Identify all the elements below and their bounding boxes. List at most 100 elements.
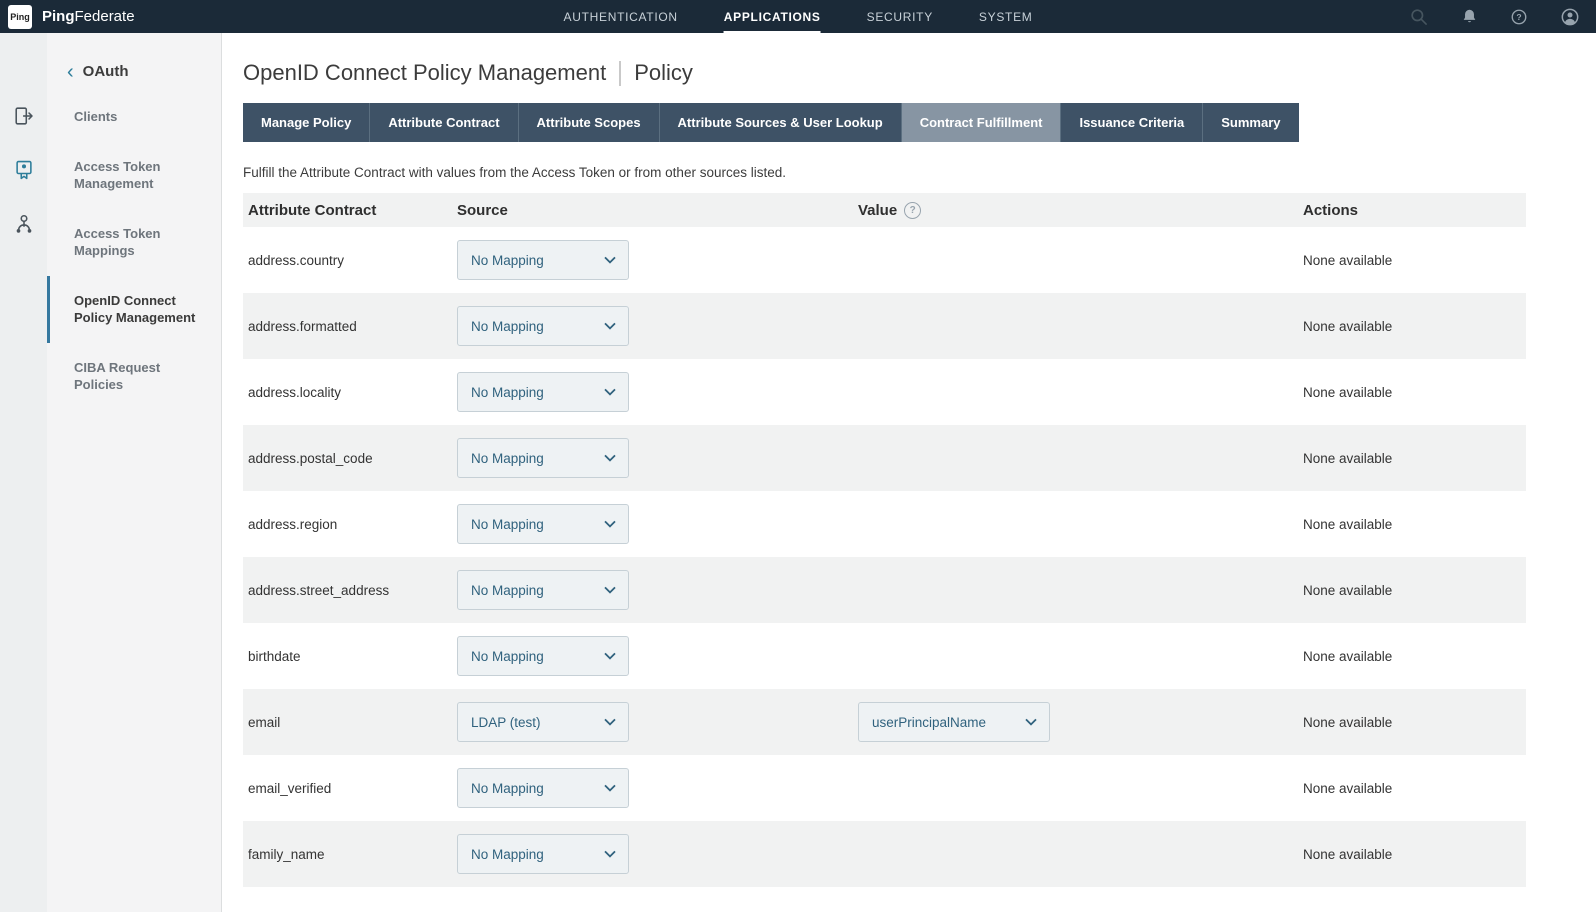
grants-icon[interactable] — [13, 213, 35, 235]
sidebar-item-access-token-mappings[interactable]: Access Token Mappings — [47, 209, 221, 276]
source-dropdown[interactable]: No Mapping — [457, 636, 629, 676]
actions-text: None available — [1303, 715, 1526, 730]
source-dropdown[interactable]: No Mapping — [457, 570, 629, 610]
attribute-name: address.locality — [243, 385, 457, 400]
table-row: email_verified No Mapping None available — [243, 755, 1526, 821]
table-row: email LDAP (test) userPrincipalName None av… — [243, 689, 1526, 755]
actions-text: None available — [1303, 319, 1526, 334]
nav-applications[interactable]: APPLICATIONS — [724, 0, 821, 33]
page-subtitle-text: Policy — [634, 60, 693, 86]
page-description: Fulfill the Attribute Contract with valu… — [243, 165, 1526, 180]
top-bar: Ping PingFederate AUTHENTICATION APPLICAT… — [0, 0, 1596, 33]
table-row: address.postal_code No Mapping None availa… — [243, 425, 1526, 491]
actions-text: None available — [1303, 649, 1526, 664]
column-header-actions: Actions — [1303, 202, 1526, 219]
table-row: address.formatted No Mapping None availabl… — [243, 293, 1526, 359]
account-icon[interactable] — [1560, 7, 1580, 27]
ping-logo-icon: Ping — [8, 5, 32, 29]
actions-text: None available — [1303, 451, 1526, 466]
source-dropdown[interactable]: No Mapping — [457, 372, 629, 412]
source-dropdown[interactable]: No Mapping — [457, 834, 629, 874]
attribute-name: address.formatted — [243, 319, 457, 334]
sidebar-section-label: OAuth — [83, 63, 129, 80]
value-help-icon[interactable]: ? — [904, 202, 921, 219]
attribute-name: email_verified — [243, 781, 457, 796]
source-dropdown[interactable]: No Mapping — [457, 504, 629, 544]
attribute-name: address.country — [243, 253, 457, 268]
top-icons: ? — [1409, 7, 1580, 27]
source-dropdown-value: No Mapping — [471, 451, 544, 466]
nav-authentication[interactable]: AUTHENTICATION — [564, 0, 678, 33]
source-dropdown-value: No Mapping — [471, 385, 544, 400]
attribute-name: family_name — [243, 847, 457, 862]
source-dropdown-value: No Mapping — [471, 253, 544, 268]
tab-attribute-sources-user-lookup[interactable]: Attribute Sources & User Lookup — [660, 103, 902, 142]
sidebar-item-access-token-management[interactable]: Access Token Management — [47, 142, 221, 209]
attribute-name: address.postal_code — [243, 451, 457, 466]
source-dropdown-value: LDAP (test) — [471, 715, 541, 730]
table-row: address.locality No Mapping None available — [243, 359, 1526, 425]
page-title-text: OpenID Connect Policy Management — [243, 60, 606, 86]
attribute-name: email — [243, 715, 457, 730]
sidebar-item-openid-connect-policy-management[interactable]: OpenID Connect Policy Management — [47, 276, 221, 343]
value-dropdown-value: userPrincipalName — [872, 715, 986, 730]
sidebar: ‹ OAuth ClientsAccess Token ManagementAc… — [47, 33, 222, 912]
tab-contract-fulfillment[interactable]: Contract Fulfillment — [902, 103, 1062, 142]
source-dropdown[interactable]: LDAP (test) — [457, 702, 629, 742]
source-dropdown[interactable]: No Mapping — [457, 306, 629, 346]
notifications-icon[interactable] — [1461, 8, 1478, 25]
column-header-source: Source — [457, 202, 858, 219]
actions-text: None available — [1303, 847, 1526, 862]
source-dropdown-value: No Mapping — [471, 847, 544, 862]
table-row: address.region No Mapping None available — [243, 491, 1526, 557]
search-icon[interactable] — [1409, 7, 1429, 27]
sign-on-icon[interactable] — [13, 105, 35, 127]
page-title: OpenID Connect Policy Management Policy — [243, 60, 1526, 86]
top-nav: AUTHENTICATION APPLICATIONS SECURITY SYSTEM — [564, 0, 1033, 33]
nav-system[interactable]: SYSTEM — [979, 0, 1033, 33]
source-dropdown-value: No Mapping — [471, 781, 544, 796]
table-header-row: Attribute ContractSourceValue?Actions — [243, 193, 1526, 227]
tab-bar: Manage PolicyAttribute ContractAttribute… — [243, 103, 1526, 142]
table-row: address.street_address No Mapping None ava… — [243, 557, 1526, 623]
attribute-name: address.street_address — [243, 583, 457, 598]
tab-attribute-contract[interactable]: Attribute Contract — [370, 103, 518, 142]
sidebar-nav: ClientsAccess Token ManagementAccess Tok… — [47, 92, 221, 410]
actions-text: None available — [1303, 253, 1526, 268]
source-dropdown[interactable]: No Mapping — [457, 768, 629, 808]
help-icon[interactable]: ? — [1510, 8, 1528, 26]
column-header-attribute-contract: Attribute Contract — [243, 202, 457, 219]
product-name: PingFederate — [42, 8, 135, 25]
nav-security[interactable]: SECURITY — [867, 0, 933, 33]
source-dropdown-value: No Mapping — [471, 583, 544, 598]
attribute-name: birthdate — [243, 649, 457, 664]
attribute-name: address.region — [243, 517, 457, 532]
brand: Ping PingFederate — [8, 5, 135, 29]
actions-text: None available — [1303, 517, 1526, 532]
tab-attribute-scopes[interactable]: Attribute Scopes — [519, 103, 660, 142]
tab-summary[interactable]: Summary — [1203, 103, 1298, 142]
svg-text:?: ? — [1516, 12, 1521, 22]
actions-text: None available — [1303, 583, 1526, 598]
source-dropdown-value: No Mapping — [471, 319, 544, 334]
fulfillment-table: Attribute ContractSourceValue?Actions ad… — [243, 193, 1526, 887]
tab-issuance-criteria[interactable]: Issuance Criteria — [1061, 103, 1203, 142]
source-dropdown-value: No Mapping — [471, 517, 544, 532]
sidebar-item-ciba-request-policies[interactable]: CIBA Request Policies — [47, 343, 221, 410]
tab-manage-policy[interactable]: Manage Policy — [243, 103, 370, 142]
source-dropdown[interactable]: No Mapping — [457, 438, 629, 478]
source-dropdown[interactable]: No Mapping — [457, 240, 629, 280]
value-dropdown[interactable]: userPrincipalName — [858, 702, 1050, 742]
sidebar-back-oauth[interactable]: ‹ OAuth — [47, 33, 221, 92]
source-dropdown-value: No Mapping — [471, 649, 544, 664]
title-divider — [619, 61, 621, 86]
actions-text: None available — [1303, 781, 1526, 796]
table-row: address.country No Mapping None available — [243, 227, 1526, 293]
table-row: family_name No Mapping None available — [243, 821, 1526, 887]
table-body: address.countryNo MappingNone availablea… — [243, 227, 1526, 887]
actions-text: None available — [1303, 385, 1526, 400]
oauth-badge-icon[interactable] — [13, 159, 35, 181]
table-row: birthdate No Mapping None available — [243, 623, 1526, 689]
column-header-value: Value? — [858, 202, 1303, 219]
sidebar-item-clients[interactable]: Clients — [47, 92, 221, 142]
